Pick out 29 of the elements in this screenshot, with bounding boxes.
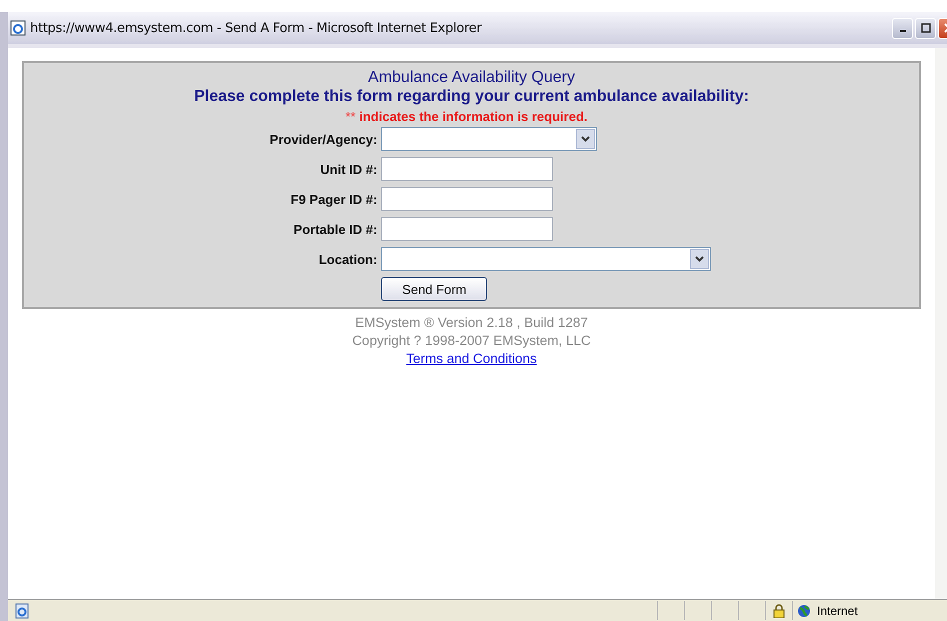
field-label: Location:: [318, 252, 378, 266]
send-form-button[interactable]: Send Form: [381, 277, 488, 301]
page-icon: [14, 602, 30, 618]
window-title: https://www4.emsystem.com - Send A Form - Microsoft Internet Explorer: [30, 20, 482, 36]
globe-icon: [797, 604, 811, 618]
input-field[interactable]: [381, 217, 554, 241]
version-text: EMSystem ® Version 2.18 , Build 1287: [355, 314, 588, 332]
required-note: indicates the information is required.: [359, 109, 588, 124]
required-mark: **: [345, 109, 356, 124]
browser-icon: [10, 20, 26, 36]
minimize-icon: [900, 30, 906, 32]
minimize-button[interactable]: [892, 18, 913, 38]
input-field[interactable]: [381, 187, 554, 211]
field-label: F9 Pager ID #:: [290, 192, 378, 206]
zone-label: Internet: [817, 604, 858, 618]
terms-link[interactable]: Terms and Conditions: [406, 350, 537, 368]
copyright-text: Copyright ? 1998-2007 EMSystem, LLC: [352, 332, 591, 350]
form-subtitle: Please complete this form regarding your current ambulance availability:: [194, 88, 749, 106]
input-field[interactable]: [381, 157, 554, 181]
scrollbar[interactable]: [935, 48, 947, 599]
maximize-icon: [920, 23, 930, 33]
maximize-button[interactable]: [915, 18, 936, 38]
dropdown-field[interactable]: [381, 247, 712, 271]
field-label: Provider/Agency:: [270, 132, 378, 146]
lock-icon: [773, 604, 785, 618]
form-title: Ambulance Availability Query: [368, 69, 575, 87]
field-label: Unit ID #:: [319, 162, 378, 176]
field-label: Portable ID #:: [292, 222, 378, 236]
dropdown-field[interactable]: [381, 127, 598, 151]
